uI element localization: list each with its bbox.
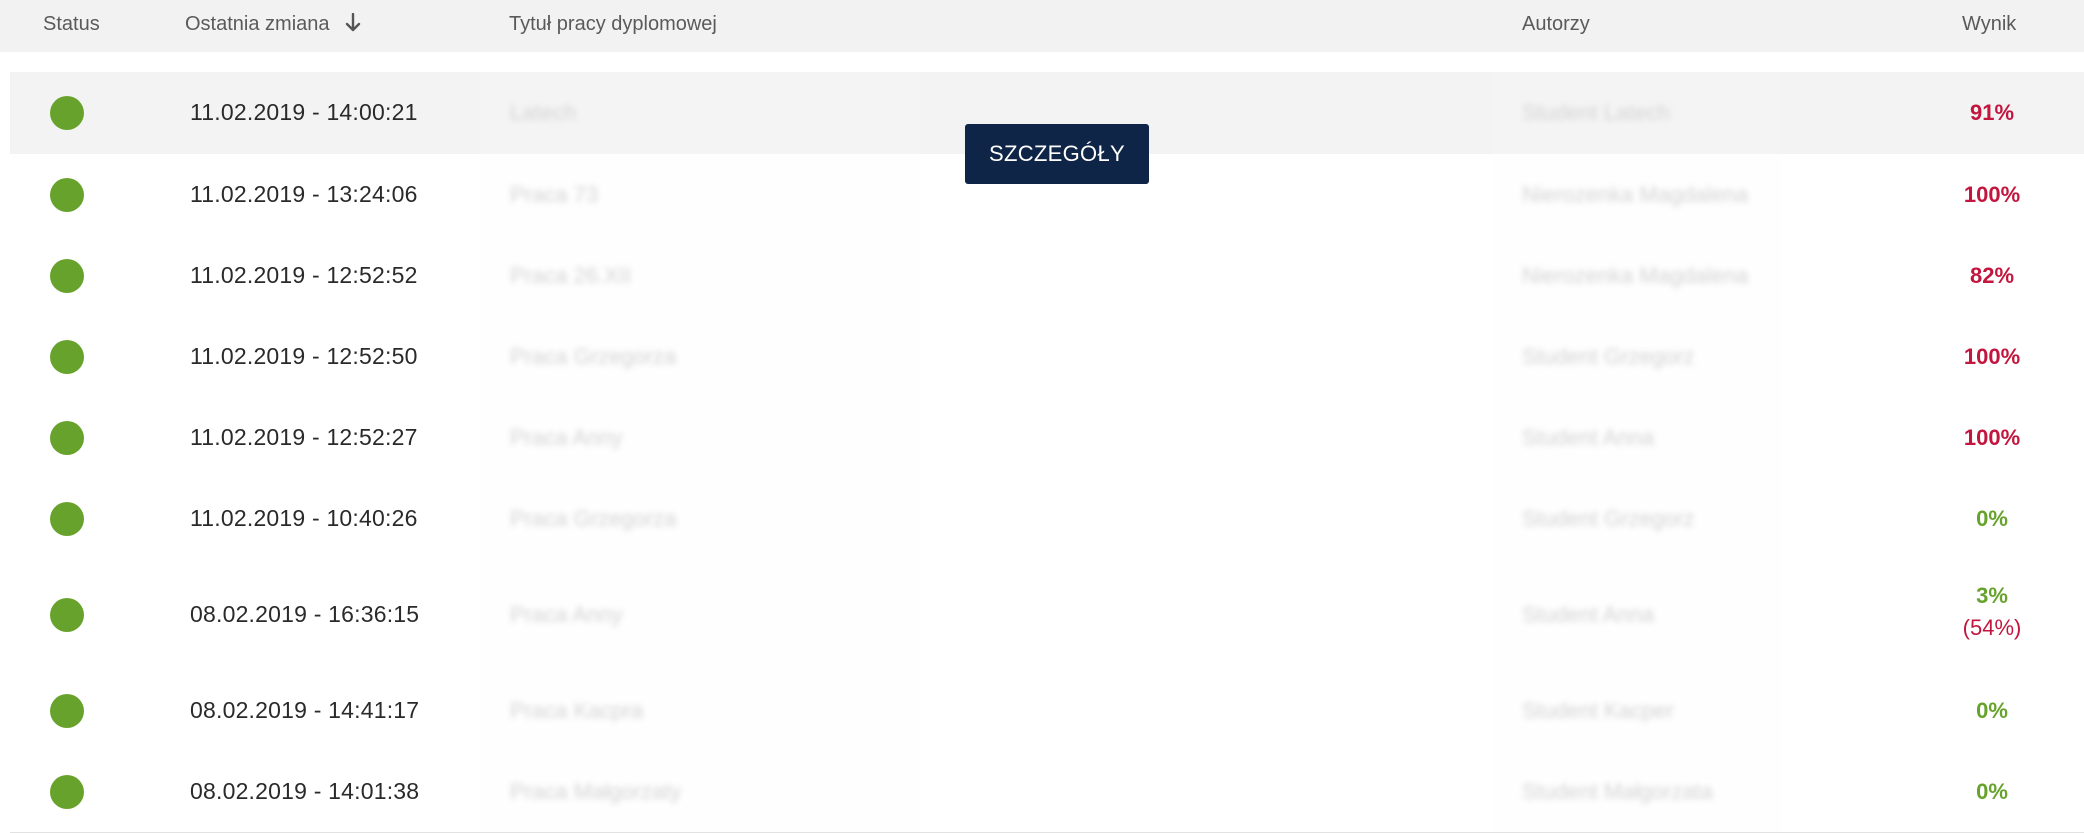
last-change-date: 11.02.2019 - 10:40:26 bbox=[190, 504, 418, 531]
last-change-date: 11.02.2019 - 12:52:52 bbox=[190, 261, 418, 288]
result-score: 100% bbox=[1932, 182, 2052, 208]
status-ok-icon bbox=[50, 420, 84, 455]
status-ok-icon bbox=[50, 96, 84, 130]
privacy-blur-region bbox=[1492, 72, 1782, 832]
details-button[interactable]: SZCZEGÓŁY bbox=[965, 124, 1149, 184]
result-score-value: 100% bbox=[1963, 181, 2021, 207]
result-score-value: 82% bbox=[1969, 262, 2015, 288]
privacy-blur-region bbox=[480, 72, 920, 832]
result-score: 0% bbox=[1932, 506, 2052, 532]
result-score-value: 3% bbox=[1976, 582, 2008, 608]
result-score: 0% bbox=[1932, 779, 2052, 805]
status-ok-icon bbox=[50, 177, 84, 212]
result-score-value: 100% bbox=[1963, 424, 2021, 450]
result-score: 82% bbox=[1932, 263, 2052, 289]
status-ok-icon bbox=[50, 501, 84, 536]
status-ok-icon bbox=[50, 693, 84, 728]
status-ok-icon bbox=[50, 774, 84, 809]
table-header: Status Ostatnia zmiana Tytuł pracy dyplo… bbox=[0, 0, 2084, 52]
last-change-date: 11.02.2019 - 13:24:06 bbox=[190, 180, 418, 207]
last-change-date: 11.02.2019 - 14:00:21 bbox=[190, 99, 418, 125]
result-score-value: 91% bbox=[1969, 100, 2015, 125]
result-score-value: 100% bbox=[1963, 343, 2021, 369]
result-score-secondary: (54%) bbox=[1962, 614, 2022, 640]
last-change-date: 08.02.2019 - 14:41:17 bbox=[190, 696, 420, 723]
last-change-date: 08.02.2019 - 14:01:38 bbox=[190, 777, 420, 804]
header-authors[interactable]: Autorzy bbox=[1522, 13, 1590, 36]
header-status[interactable]: Status bbox=[43, 13, 100, 36]
last-change-date: 11.02.2019 - 12:52:50 bbox=[190, 342, 418, 369]
result-score: 100% bbox=[1932, 344, 2052, 370]
result-score: 91% bbox=[1932, 100, 2052, 126]
result-score: 0% bbox=[1932, 698, 2052, 724]
sort-down-arrow-icon[interactable] bbox=[345, 12, 361, 39]
last-change-date: 11.02.2019 - 12:52:27 bbox=[190, 423, 418, 450]
result-score: 100% bbox=[1932, 425, 2052, 451]
status-ok-icon bbox=[50, 258, 84, 293]
last-change-date: 08.02.2019 - 16:36:15 bbox=[190, 600, 420, 627]
status-ok-icon bbox=[50, 339, 84, 374]
header-title[interactable]: Tytuł pracy dyplomowej bbox=[509, 13, 717, 36]
result-score-value: 0% bbox=[1976, 697, 2008, 723]
result-score-value: 0% bbox=[1976, 505, 2008, 531]
header-last-change-label: Ostatnia zmiana bbox=[185, 13, 330, 35]
result-score: 3% (54%) bbox=[1932, 583, 2052, 641]
header-last-change[interactable]: Ostatnia zmiana bbox=[185, 12, 361, 39]
header-result[interactable]: Wynik bbox=[1962, 13, 2016, 36]
result-score-value: 0% bbox=[1976, 778, 2008, 804]
status-ok-icon bbox=[50, 597, 84, 632]
